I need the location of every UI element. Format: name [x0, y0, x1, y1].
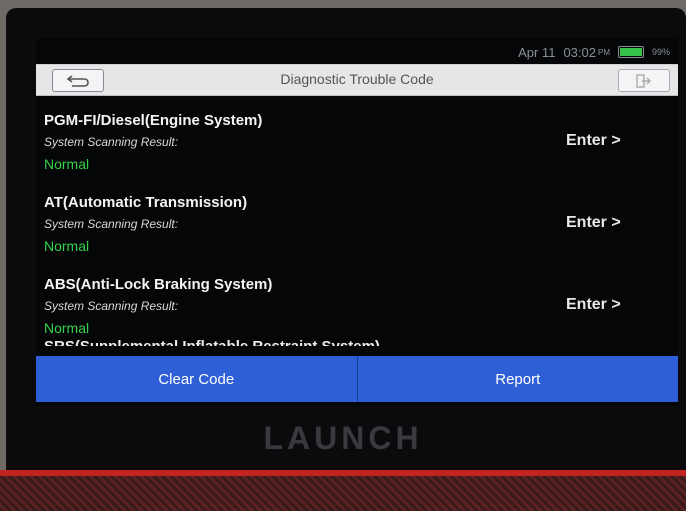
report-button[interactable]: Report — [358, 356, 679, 402]
scan-result-value: Normal — [44, 156, 90, 172]
list-item[interactable]: PGM-FI/Diesel(Engine System) System Scan… — [36, 98, 678, 180]
device-screen: Apr 11 03:02 PM 99% Diagnostic Trouble C… — [36, 38, 678, 406]
enter-button[interactable]: Enter > — [566, 214, 621, 232]
scan-result-label: System Scanning Result: — [44, 299, 179, 313]
status-ampm: PM — [597, 47, 610, 57]
page-title: Diagnostic Trouble Code — [280, 71, 434, 87]
enter-button[interactable]: Enter > — [566, 296, 621, 314]
status-date: Apr 11 — [518, 44, 556, 60]
battery-icon — [617, 46, 644, 58]
title-bar: Diagnostic Trouble Code — [36, 64, 678, 96]
action-bar: Clear Code Report — [36, 356, 678, 402]
scan-result-value: Normal — [44, 238, 90, 254]
list-item[interactable]: ABS(Anti-Lock Braking System) System Sca… — [36, 262, 678, 344]
enter-button[interactable]: Enter > — [566, 132, 621, 150]
exit-icon — [636, 73, 652, 88]
status-time: 03:02 — [563, 44, 596, 60]
battery-percent: 99% — [651, 47, 670, 57]
device-brand-logo: LAUNCH — [263, 420, 423, 456]
exit-button[interactable] — [618, 69, 670, 92]
system-list: PGM-FI/Diesel(Engine System) System Scan… — [36, 98, 678, 344]
device-case-texture — [0, 476, 686, 511]
system-name: PGM-FI/Diesel(Engine System) — [44, 112, 263, 129]
system-name: AT(Automatic Transmission) — [44, 194, 248, 211]
battery-fill — [619, 48, 642, 56]
partial-list-item[interactable]: SRS(Supplemental Inflatable Restraint Sy… — [44, 336, 380, 346]
system-name: ABS(Anti-Lock Braking System) — [44, 276, 273, 293]
scan-result-label: System Scanning Result: — [44, 135, 179, 149]
clear-code-button[interactable]: Clear Code — [36, 356, 358, 402]
scan-result-value: Normal — [44, 320, 90, 336]
scan-result-label: System Scanning Result: — [44, 217, 179, 231]
status-bar: Apr 11 03:02 PM 99% — [518, 42, 670, 62]
list-item[interactable]: AT(Automatic Transmission) System Scanni… — [36, 180, 678, 262]
